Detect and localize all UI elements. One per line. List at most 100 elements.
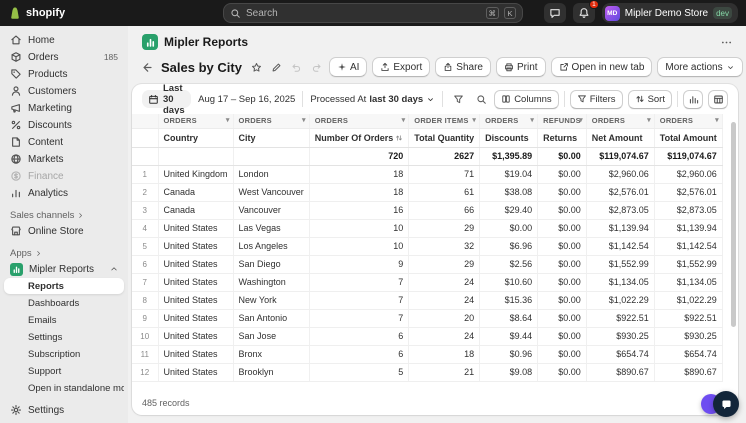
print-button[interactable]: Print <box>495 57 546 77</box>
open-in-new-tab-button[interactable]: Open in new tab <box>550 57 653 77</box>
group-header-country[interactable]: ORDERS ▾ <box>158 114 234 129</box>
sidebar-item-customers[interactable]: Customers <box>4 83 124 99</box>
sort-button[interactable]: Sort <box>627 89 672 109</box>
cell-net-amount: $1,022.29 <box>586 291 655 310</box>
notifications-button[interactable]: 1 <box>572 0 599 23</box>
global-search-input[interactable]: Search ⌘ K <box>223 3 523 23</box>
group-header-returns[interactable]: REFUNDS ▾ <box>537 114 587 129</box>
app-item-support[interactable]: Support <box>4 363 124 379</box>
column-header-net-amount[interactable]: Net Amount <box>586 128 655 148</box>
report-table: ORDERS ▾ ORDERS ▾ ORDERS ▾ ORDER ITEMS ▾ ORDERS ▾… <box>132 114 723 382</box>
sidebar-item-products[interactable]: Products <box>4 66 124 82</box>
caret-down-icon[interactable]: ▾ <box>647 116 651 124</box>
column-header-total-quantity[interactable]: Total Quantity <box>408 128 481 148</box>
vertical-scrollbar[interactable] <box>731 118 736 389</box>
sidebar-item-online-store[interactable]: Online Store <box>4 223 124 239</box>
sidebar-item-home[interactable]: Home <box>4 32 124 48</box>
collapse-app-icon[interactable] <box>110 265 118 273</box>
app-item-reports[interactable]: Reports <box>4 278 124 294</box>
processed-at-filter[interactable]: Processed At last 30 days <box>310 94 435 105</box>
caret-down-icon[interactable]: ▾ <box>715 116 719 124</box>
print-icon <box>504 62 514 72</box>
filters-button[interactable]: Filters <box>569 89 623 109</box>
share-button[interactable]: Share <box>435 57 491 77</box>
column-header-number-of-orders[interactable]: Number Of Orders <box>309 128 410 148</box>
column-header-total-amount[interactable]: Total Amount <box>654 128 723 148</box>
bell-icon <box>578 7 590 19</box>
export-button[interactable]: Export <box>372 57 431 77</box>
table-row[interactable]: 9 United States San Antonio 7 20 $8.64 $0.00 $9… <box>132 309 723 328</box>
table-row[interactable]: 1 United Kingdom London 18 71 $19.04 $0.00 $2,9… <box>132 165 723 184</box>
redo-button[interactable] <box>309 59 325 75</box>
chart-view-button[interactable] <box>683 89 703 109</box>
group-header-total-quantity[interactable]: ORDER ITEMS ▾ <box>408 114 481 129</box>
caret-down-icon[interactable]: ▾ <box>302 116 306 124</box>
group-header-total-amount[interactable]: ORDERS ▾ <box>654 114 723 129</box>
table-row[interactable]: 12 United States Brooklyn 5 21 $9.08 $0.00 $890… <box>132 363 723 382</box>
sidebar-item-content[interactable]: Content <box>4 134 124 150</box>
sidebar-item-discounts[interactable]: Discounts <box>4 117 124 133</box>
group-header-net-amount[interactable]: ORDERS ▾ <box>586 114 655 129</box>
cell-discounts: $8.64 <box>479 309 539 328</box>
caret-down-icon[interactable]: ▾ <box>472 116 476 124</box>
shopify-logo[interactable]: shopify <box>8 6 65 20</box>
table-row[interactable]: 6 United States San Diego 9 29 $2.56 $0.00 $1,5… <box>132 255 723 274</box>
caret-down-icon[interactable]: ▾ <box>530 116 534 124</box>
sidebar-item-settings[interactable]: Settings <box>4 402 124 418</box>
chat-icon <box>549 7 561 19</box>
table-view-button[interactable] <box>708 89 728 109</box>
inbox-button[interactable] <box>543 3 566 23</box>
caret-down-icon[interactable]: ▾ <box>579 116 583 124</box>
group-header-number-of-orders[interactable]: ORDERS ▾ <box>309 114 410 129</box>
table-row[interactable]: 8 United States New York 7 24 $15.36 $0.00 $1,0… <box>132 291 723 310</box>
sidebar-item-analytics[interactable]: Analytics <box>4 185 124 201</box>
edit-title-button[interactable] <box>269 59 285 75</box>
table-row[interactable]: 11 United States Bronx 6 18 $0.96 $0.00 $654.74… <box>132 345 723 364</box>
back-button[interactable] <box>138 59 154 75</box>
app-item-emails[interactable]: Emails <box>4 312 124 328</box>
ai-button[interactable]: AI <box>328 57 368 77</box>
app-item-settings[interactable]: Settings <box>4 329 124 345</box>
processed-at-label: Processed At <box>310 93 367 105</box>
columns-button[interactable]: Columns <box>494 89 559 109</box>
column-header-city[interactable]: City <box>233 128 310 148</box>
app-item-open-in-standalone-mode[interactable]: Open in standalone mode <box>4 380 124 396</box>
cell-net-amount: $1,134.05 <box>586 273 655 292</box>
cell-total-amount: $1,134.05 <box>654 273 723 292</box>
apps-header[interactable]: Apps <box>4 246 124 260</box>
table-row[interactable]: 4 United States Las Vegas 10 29 $0.00 $0.00 $1,… <box>132 219 723 238</box>
sidebar-item-finance[interactable]: Finance <box>4 168 124 184</box>
sidebar-item-orders[interactable]: Orders 185 <box>4 49 124 65</box>
scrollbar-thumb[interactable] <box>731 122 736 327</box>
store-menu-button[interactable]: MD Mipler Demo Store dev <box>601 3 738 23</box>
table-row[interactable]: 7 United States Washington 7 24 $10.60 $0.00 $1… <box>132 273 723 292</box>
column-header-country[interactable]: Country <box>158 128 234 148</box>
column-header-returns[interactable]: Returns <box>537 128 587 148</box>
sidebar-item-marketing[interactable]: Marketing <box>4 100 124 116</box>
sidebar-item-markets[interactable]: Markets <box>4 151 124 167</box>
sort-indicator-icon[interactable] <box>395 134 403 142</box>
caret-down-icon[interactable]: ▾ <box>402 116 406 124</box>
more-actions-button[interactable]: More actions <box>657 57 743 77</box>
favorite-button[interactable] <box>249 59 265 75</box>
more-options-button[interactable] <box>718 34 734 50</box>
table-row[interactable]: 5 United States Los Angeles 10 32 $6.96 $0.00 $… <box>132 237 723 256</box>
table-row[interactable]: 2 Canada West Vancouver 18 61 $38.08 $0.00 $2,5… <box>132 183 723 202</box>
group-header-discounts[interactable]: ORDERS ▾ <box>479 114 539 129</box>
date-range-chip[interactable]: Last 30 days <box>142 84 192 116</box>
app-item-dashboards[interactable]: Dashboards <box>4 295 124 311</box>
app-item-subscription[interactable]: Subscription <box>4 346 124 362</box>
caret-down-icon[interactable]: ▾ <box>226 116 230 124</box>
cell-city: West Vancouver <box>233 183 310 202</box>
group-header-city[interactable]: ORDERS ▾ <box>233 114 310 129</box>
table-row[interactable]: 10 United States San Jose 6 24 $9.44 $0.00 $930… <box>132 327 723 346</box>
sales-channels-header[interactable]: Sales channels <box>4 208 124 222</box>
column-header-discounts[interactable]: Discounts <box>479 128 539 148</box>
table-row[interactable]: 3 Canada Vancouver 16 66 $29.40 $0.00 $2,873.05… <box>132 201 723 220</box>
undo-button[interactable] <box>289 59 305 75</box>
table-search-button[interactable] <box>473 91 489 107</box>
date-preset-label: Last 30 days <box>163 84 185 116</box>
sidebar-item-mipler-reports[interactable]: Mipler Reports <box>4 261 124 277</box>
chat-fab[interactable] <box>713 391 739 417</box>
add-filter-button[interactable] <box>450 91 466 107</box>
